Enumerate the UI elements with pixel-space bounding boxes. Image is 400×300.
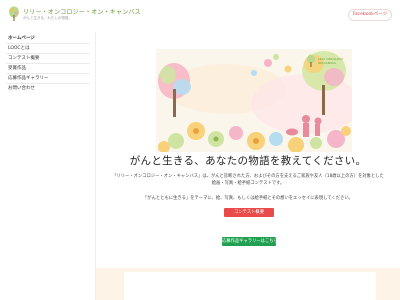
- sidebar-item-gallery[interactable]: 応募作品ギャラリー: [8, 75, 49, 81]
- main-content: LILLY ONCOLOGY ON CANVAS がんと生きる、あなたの物語を教…: [96, 32, 400, 300]
- logo-title: リリー・オンコロジー・オン・キャンバス: [23, 9, 141, 16]
- hero-logo-text: LILLY ONCOLOGY ON CANVAS: [318, 57, 344, 65]
- site-logo[interactable]: リリー・オンコロジー・オン・キャンバス がんと生きる、わたしの物語。: [8, 5, 141, 27]
- logo-subtitle: がんと生きる、わたしの物語。: [23, 16, 72, 20]
- sidebar-item-about[interactable]: LOOCとは: [8, 45, 30, 51]
- facebook-page-button[interactable]: Facebookページ: [348, 9, 392, 21]
- nav-divider: [6, 43, 90, 44]
- nav-divider: [6, 53, 90, 54]
- nav-divider: [6, 63, 90, 64]
- contest-theme: 「がんとともに生きる」をテーマに、絵、写真、もしくは絵手紙とその想いをエッセイに…: [143, 196, 353, 201]
- hero-logo-badge: LILLY ONCOLOGY ON CANVAS: [306, 51, 346, 73]
- contest-overview-button[interactable]: コンテスト概要: [224, 208, 274, 217]
- page-headline: がんと生きる、あなたの物語を教えてください。: [129, 155, 367, 167]
- site-header: リリー・オンコロジー・オン・キャンバス がんと生きる、わたしの物語。 Faceb…: [0, 0, 400, 32]
- hero-illustration: LILLY ONCOLOGY ON CANVAS: [156, 49, 352, 152]
- hero-logo-tree-icon: [307, 54, 315, 67]
- logo-leaf-icon: [9, 6, 19, 21]
- sidebar-item-contact[interactable]: お問い合わせ: [8, 85, 35, 91]
- nav-divider: [6, 73, 90, 74]
- nav-divider: [6, 83, 90, 84]
- footer-card: [124, 272, 376, 300]
- sidebar-item-home[interactable]: ホームページ: [8, 35, 35, 41]
- sidebar-nav: ホームページ LOOCとは コンテスト概要 受賞作品 応募作品ギャラリー お問い…: [0, 32, 96, 300]
- sidebar-item-winners[interactable]: 受賞作品: [8, 65, 26, 71]
- sidebar-item-contest[interactable]: コンテスト概要: [8, 55, 40, 61]
- gallery-button[interactable]: 応募作品ギャラリーはこちら: [222, 237, 278, 246]
- contest-description: 「リリー・オンコロジー・オン・キャンバス」は、がんと診断された方、およびその方を…: [112, 174, 384, 186]
